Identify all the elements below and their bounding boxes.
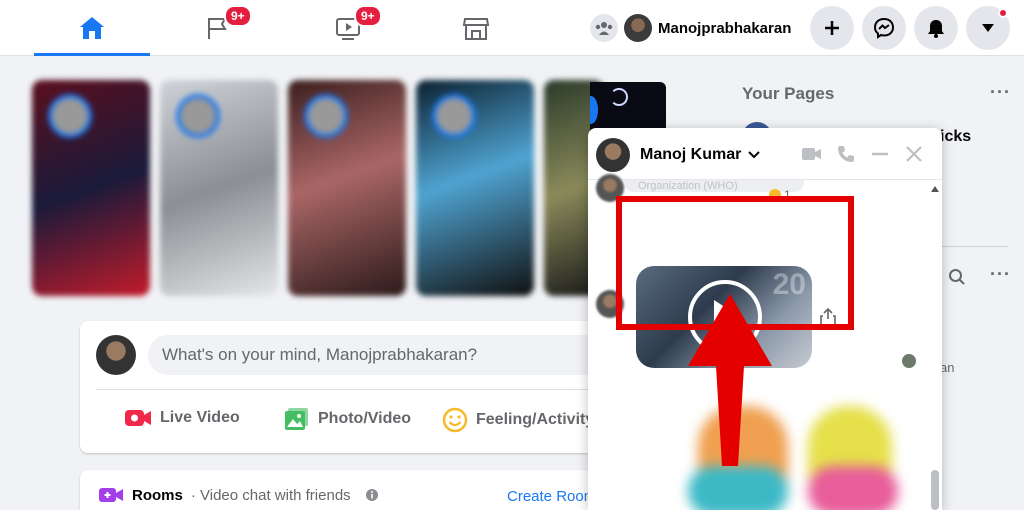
phone-icon[interactable] [836,144,856,164]
status-input[interactable]: What's on your mind, Manojprabhakaran? [148,335,608,375]
minimize-icon[interactable] [870,144,890,164]
scrollbar-thumb[interactable] [931,470,939,510]
rooms-video-icon [99,488,123,502]
tab-home[interactable] [34,0,150,56]
alert-dot [998,8,1008,18]
story-card[interactable] [160,80,278,296]
divider [96,389,594,390]
avatar [624,14,652,42]
your-pages-title: Your Pages [742,84,835,103]
tab-watch[interactable]: 9+ [290,0,406,56]
bell-icon [928,20,944,38]
arrow-up-icon [688,294,772,466]
create-button[interactable] [810,6,854,50]
page-name[interactable]: icks [940,128,971,146]
profile-name: Manojprabhakaran [658,19,792,37]
chat-scrollbar[interactable] [930,186,940,510]
rooms-label: Rooms · Video chat with friends [98,486,379,504]
contact-name[interactable]: Manoj Kumar [640,146,760,164]
video-call-icon[interactable] [802,144,822,164]
tab-pages[interactable]: 9+ [160,0,276,56]
rooms-bar: Rooms · Video chat with friends Create R… [80,470,610,510]
story-card[interactable] [32,80,150,296]
story-card[interactable] [288,80,406,296]
plus-icon [825,21,839,35]
search-icon[interactable] [948,268,966,286]
photo-icon [285,408,308,430]
store-icon [462,18,490,40]
scroll-up-icon[interactable] [931,186,939,192]
account-menu-button[interactable] [966,6,1010,50]
top-navigation-bar: 9+ 9+ Manojprabhakaran [0,0,1024,56]
messenger-icon [873,17,895,39]
contact-avatar[interactable] [596,138,630,172]
messenger-button[interactable] [862,6,906,50]
avatar [96,335,136,375]
groups-icon [590,14,618,42]
more-options-icon[interactable]: ··· [990,82,1011,103]
feeling-activity-label: Feeling/Activity [476,411,595,428]
smiley-icon [442,407,468,433]
profile-shortcut[interactable]: Manojprabhakaran [590,10,791,46]
story-thumbnail[interactable] [590,82,666,130]
rooms-title: Rooms [132,486,183,504]
notification-badge: 9+ [224,5,252,27]
notifications-button[interactable] [914,6,958,50]
chat-header[interactable]: Manoj Kumar [588,128,942,180]
story-card[interactable] [416,80,534,296]
rooms-subtitle: · Video chat with friends [190,486,351,504]
info-icon[interactable] [365,488,379,502]
photo-video-label: Photo/Video [318,410,412,427]
live-video-button[interactable]: Live Video [124,407,240,429]
live-video-label: Live Video [160,409,240,426]
photo-video-button[interactable]: Photo/Video [284,407,411,431]
feeling-activity-button[interactable]: Feeling/Activity [442,407,594,433]
contacts-options-icon[interactable]: ··· [990,264,1011,285]
home-icon [80,17,104,39]
close-icon[interactable] [904,144,924,164]
tab-marketplace[interactable] [418,0,534,56]
chevron-down-icon [748,151,760,159]
post-composer: What's on your mind, Manojprabhakaran? L… [80,321,610,453]
notification-badge: 9+ [354,5,382,27]
caret-down-icon [982,24,994,32]
create-room-link[interactable]: Create Room [507,488,596,505]
read-receipt-avatar [902,354,916,368]
live-video-icon [125,410,151,426]
partial-text: an [940,360,955,375]
